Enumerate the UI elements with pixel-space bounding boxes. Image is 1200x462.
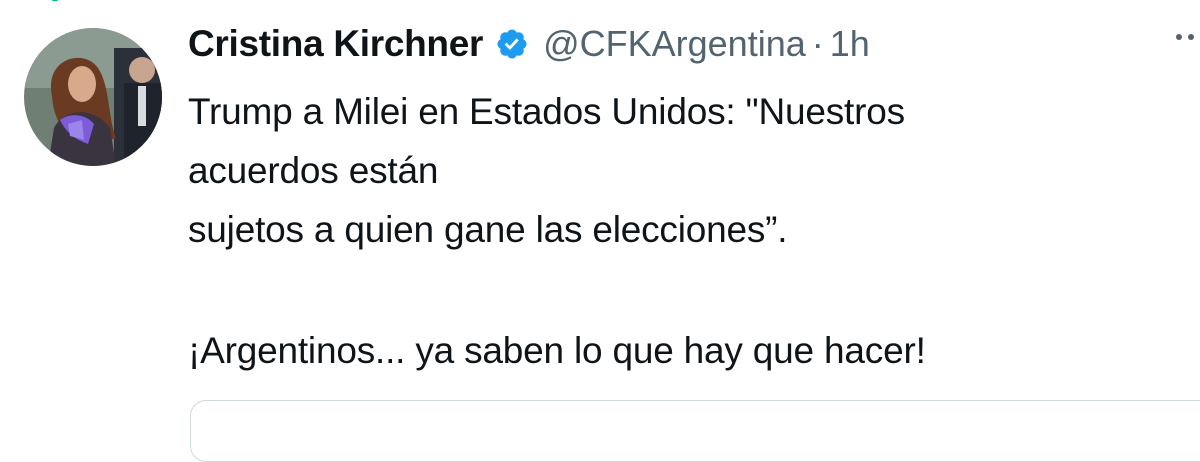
header-separator: · bbox=[811, 23, 824, 64]
tweet[interactable]: ▲ Cristina Kirchner @CFKArgentina · 1h bbox=[0, 0, 1200, 462]
tweet-text: Trump a Milei en Estados Unidos: "Nuestr… bbox=[188, 82, 1178, 380]
tweet-text-line: Trump a Milei en Estados Unidos: "Nuestr… bbox=[188, 91, 905, 132]
quoted-card[interactable] bbox=[190, 400, 1200, 462]
display-name[interactable]: Cristina Kirchner bbox=[188, 23, 483, 65]
more-options-icon[interactable] bbox=[1176, 34, 1200, 40]
more-dot bbox=[1176, 34, 1182, 40]
profile-avatar[interactable] bbox=[24, 28, 162, 166]
more-dot bbox=[1188, 34, 1194, 40]
handle[interactable]: @CFKArgentina bbox=[543, 23, 806, 65]
verified-badge-icon[interactable] bbox=[495, 27, 529, 61]
tweet-text-line: ¡Argentinos... ya saben lo que hay que h… bbox=[188, 330, 926, 371]
reply-thread-indicator-icon: ▲ bbox=[50, 0, 60, 4]
tweet-text-line: sujetos a quien gane las elecciones”. bbox=[188, 209, 788, 250]
tweet-text-line: acuerdos están bbox=[188, 150, 439, 191]
timestamp[interactable]: 1h bbox=[830, 23, 870, 65]
tweet-header: Cristina Kirchner @CFKArgentina · 1h bbox=[188, 18, 870, 70]
avatar-image bbox=[24, 28, 162, 166]
